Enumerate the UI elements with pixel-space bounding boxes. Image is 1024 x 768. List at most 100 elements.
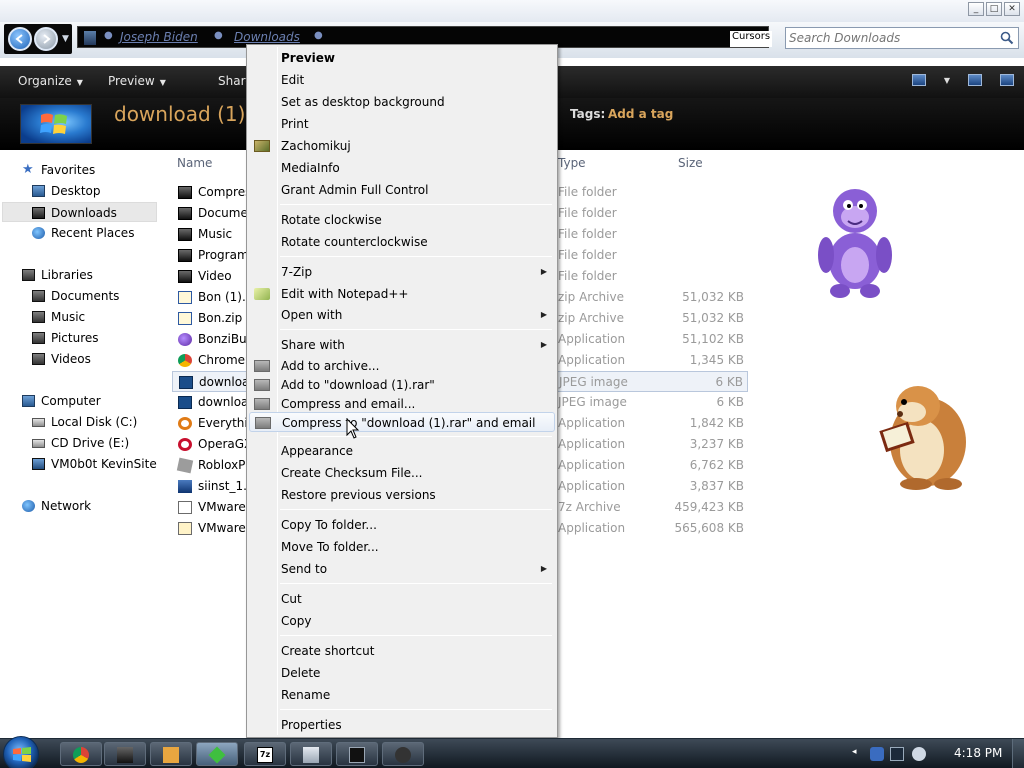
music-icon	[32, 311, 45, 323]
search-icon[interactable]	[1000, 31, 1014, 45]
menu-item-delete[interactable]: Delete	[249, 663, 555, 683]
bonzibuddy-character-icon[interactable]	[810, 183, 900, 301]
network-tray-icon[interactable]	[890, 747, 904, 761]
start-button[interactable]	[3, 736, 39, 768]
menu-item-rename[interactable]: Rename	[249, 685, 555, 705]
menu-item-move-to-folder[interactable]: Move To folder...	[249, 537, 555, 557]
minimize-button[interactable]: _	[968, 2, 984, 16]
nav-downloads[interactable]: Downloads	[2, 202, 157, 222]
menu-item-mediainfo[interactable]: MediaInfo	[249, 158, 555, 178]
taskbar-monitor-button[interactable]	[336, 742, 378, 766]
menu-item-create-checksum[interactable]: Create Checksum File...	[249, 463, 555, 483]
menu-item-appearance[interactable]: Appearance	[249, 441, 555, 461]
preview-menu[interactable]: Preview ▼	[108, 74, 166, 88]
taskbar-media-player-button[interactable]	[150, 742, 192, 766]
nav-videos[interactable]: Videos	[32, 349, 157, 369]
taskbar-chrome-button[interactable]	[60, 742, 102, 766]
menu-item-compress-to-rar-and-email[interactable]: Compress to "download (1).rar" and email	[249, 412, 555, 432]
nav-music[interactable]: Music	[32, 307, 157, 327]
file-size: 565,608 KB	[674, 521, 744, 535]
menu-item-grant-admin[interactable]: Grant Admin Full Control	[249, 180, 555, 200]
column-header-type[interactable]: Type	[558, 156, 586, 170]
nav-label: Desktop	[51, 184, 101, 198]
nav-recent-places[interactable]: Recent Places	[32, 223, 157, 243]
nav-cd-drive[interactable]: CD Drive (E:)	[32, 433, 157, 453]
folder-icon	[178, 249, 192, 262]
menu-item-label: Restore previous versions	[281, 488, 436, 502]
menu-item-share-with[interactable]: Share with ▶	[249, 335, 555, 355]
menu-item-copy[interactable]: Copy	[249, 611, 555, 631]
menu-item-create-shortcut[interactable]: Create shortcut	[249, 641, 555, 661]
menu-item-rotate-clockwise[interactable]: Rotate clockwise	[249, 210, 555, 230]
recent-pages-dropdown[interactable]: ▼	[62, 34, 69, 44]
search-input[interactable]	[789, 30, 989, 46]
menu-item-edit[interactable]: Edit	[249, 70, 555, 90]
menu-item-label: Share with	[281, 338, 345, 352]
menu-item-cut[interactable]: Cut	[249, 589, 555, 609]
menu-item-rotate-counterclockwise[interactable]: Rotate counterclockwise	[249, 232, 555, 252]
nav-pictures[interactable]: Pictures	[32, 328, 157, 348]
breadcrumb-separator-icon[interactable]: ●	[104, 30, 113, 41]
close-button[interactable]: ✕	[1004, 2, 1020, 16]
maximize-button[interactable]: □	[986, 2, 1002, 16]
column-header-size[interactable]: Size	[678, 156, 703, 170]
nav-label: Computer	[41, 394, 101, 408]
volume-icon[interactable]	[912, 747, 926, 761]
show-hidden-icons-icon[interactable]: ◂	[852, 747, 866, 761]
breadcrumb-downloads[interactable]: Downloads	[234, 30, 300, 44]
hamster-character-icon[interactable]	[868, 380, 972, 492]
nav-favorites[interactable]: ★ Favorites	[22, 160, 162, 180]
search-box[interactable]	[785, 27, 1019, 49]
back-button[interactable]	[8, 27, 32, 51]
menu-item-open-with[interactable]: Open with ▶	[249, 305, 555, 325]
menu-item-set-desktop-background[interactable]: Set as desktop background	[249, 92, 555, 112]
menu-item-print[interactable]: Print	[249, 114, 555, 134]
column-header-name[interactable]: Name	[177, 156, 212, 170]
breadcrumb-separator-icon[interactable]: ●	[214, 30, 223, 41]
menu-item-7zip[interactable]: 7-Zip ▶	[249, 262, 555, 282]
taskbar-sims-button[interactable]	[196, 742, 238, 766]
taskbar-clock[interactable]: 4:18 PM	[954, 746, 1002, 760]
bonzi-tray-icon[interactable]	[870, 747, 884, 761]
nav-network-drive[interactable]: VM0b0t KevinSite	[32, 454, 157, 474]
organize-menu[interactable]: Organize ▼	[18, 74, 83, 88]
menu-item-send-to[interactable]: Send to ▶	[249, 559, 555, 579]
menu-item-properties[interactable]: Properties	[249, 715, 555, 735]
chevron-down-icon: ▼	[76, 78, 83, 87]
nav-local-disk[interactable]: Local Disk (C:)	[32, 412, 157, 432]
nav-documents[interactable]: Documents	[32, 286, 157, 306]
nav-network[interactable]: Network	[22, 496, 162, 516]
hard-drive-icon	[32, 418, 45, 427]
help-icon[interactable]	[1000, 74, 1014, 86]
add-tag-link[interactable]: Add a tag	[608, 107, 673, 121]
taskbar-explorer-button[interactable]	[104, 742, 146, 766]
nav-computer[interactable]: Computer	[22, 391, 162, 411]
nav-desktop[interactable]: Desktop	[32, 181, 157, 201]
menu-item-copy-to-folder[interactable]: Copy To folder...	[249, 515, 555, 535]
folder-icon	[303, 747, 319, 763]
file-type: Application	[558, 458, 626, 472]
nav-libraries[interactable]: Libraries	[22, 265, 162, 285]
menu-item-restore-versions[interactable]: Restore previous versions	[249, 485, 555, 505]
media-player-icon	[163, 747, 179, 763]
forward-button[interactable]	[34, 27, 58, 51]
show-desktop-button[interactable]	[1012, 739, 1024, 768]
menu-item-add-to-rar[interactable]: Add to "download (1).rar"	[249, 375, 555, 395]
menu-item-label: Print	[281, 117, 309, 131]
chevron-down-icon[interactable]: ▼	[944, 76, 950, 85]
menu-item-notepadpp[interactable]: Edit with Notepad++	[249, 284, 555, 304]
menu-item-zachomikuj[interactable]: Zachomikuj	[249, 136, 555, 156]
winrar-icon	[254, 398, 270, 410]
taskbar-folder-button[interactable]	[290, 742, 332, 766]
breadcrumb-separator-icon[interactable]: ●	[314, 30, 323, 41]
change-view-icon[interactable]	[911, 74, 926, 86]
breadcrumb-user[interactable]: Joseph Biden	[120, 30, 198, 44]
menu-item-preview[interactable]: Preview	[249, 48, 555, 68]
preview-pane-icon[interactable]	[968, 74, 982, 86]
taskbar-7zip-button[interactable]: 7z	[244, 742, 286, 766]
menu-item-compress-and-email[interactable]: Compress and email...	[249, 394, 555, 414]
computer-icon	[22, 395, 35, 407]
zip-archive-icon	[178, 291, 192, 304]
menu-item-add-to-archive[interactable]: Add to archive...	[249, 356, 555, 376]
taskbar-vmware-button[interactable]	[382, 742, 424, 766]
